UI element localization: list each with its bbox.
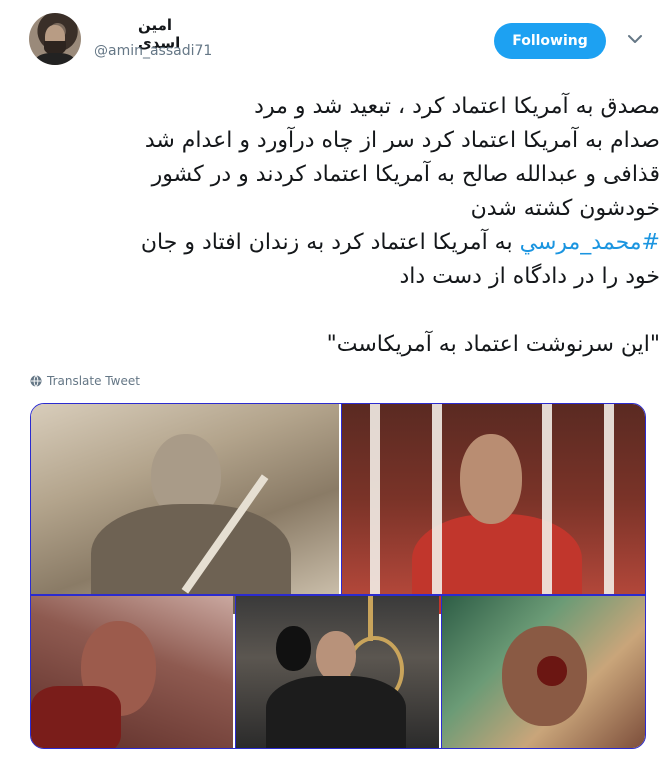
photo-rope (368, 596, 373, 641)
tweet-line: قذافی و عبدالله صالح به آمریکا اعتماد کر… (151, 162, 660, 187)
photo-gaddafi[interactable] (31, 596, 233, 748)
photo-mossadegh[interactable] (31, 404, 339, 614)
photo-figure-body (266, 676, 406, 748)
cage-bar (432, 404, 442, 594)
cage-bar (370, 404, 380, 594)
translate-tweet-label: Translate Tweet (47, 374, 140, 388)
photo-blood (31, 686, 121, 748)
photo-figure-head (460, 434, 522, 524)
chevron-down-icon[interactable] (626, 30, 644, 48)
tweet-text: مصدق به آمریکا اعتماد کرد ، تبعید شد و م… (30, 90, 660, 362)
translate-tweet-link[interactable]: Translate Tweet (30, 374, 140, 388)
author-handle[interactable]: @amin_assadi71 (94, 43, 212, 59)
tweet-line: مصدق به آمریکا اعتماد کرد ، تبعید شد و م… (254, 94, 660, 119)
tweet-header: امین اسدی @amin_assadi71 Following (0, 0, 671, 80)
photo-morsi[interactable] (341, 404, 645, 614)
photo-blood (537, 656, 567, 686)
tweet-line: خود را در دادگاه از دست داد (399, 264, 660, 289)
tweet-line-hashtag: #محمد_مرسي به آمریکا اعتماد کرد به زندان… (30, 226, 660, 260)
photo-figure-head (316, 631, 356, 681)
globe-icon (30, 375, 42, 387)
hashtag-link[interactable]: #محمد_مرسي (520, 230, 660, 255)
photo-saleh[interactable] (441, 596, 645, 748)
photo-saddam[interactable] (235, 596, 439, 748)
following-button[interactable]: Following (494, 23, 606, 59)
photo-figure-masked (276, 626, 311, 671)
tweet-line-rest: به آمریکا اعتماد کرد به زندان افتاد و جا… (140, 230, 520, 255)
photo-grid (30, 403, 646, 749)
photo-divider (31, 594, 645, 596)
tweet-quote: "این سرنوشت اعتماد به آمریکاست" (326, 332, 660, 357)
cage-bar (604, 404, 614, 594)
avatar[interactable] (29, 13, 81, 65)
cage-bar (542, 404, 552, 594)
tweet-line: خودشون کشته شدن (470, 196, 660, 221)
tweet-line: صدام به آمریکا اعتماد کرد سر از چاه درآو… (144, 128, 660, 153)
avatar-body (35, 53, 75, 65)
